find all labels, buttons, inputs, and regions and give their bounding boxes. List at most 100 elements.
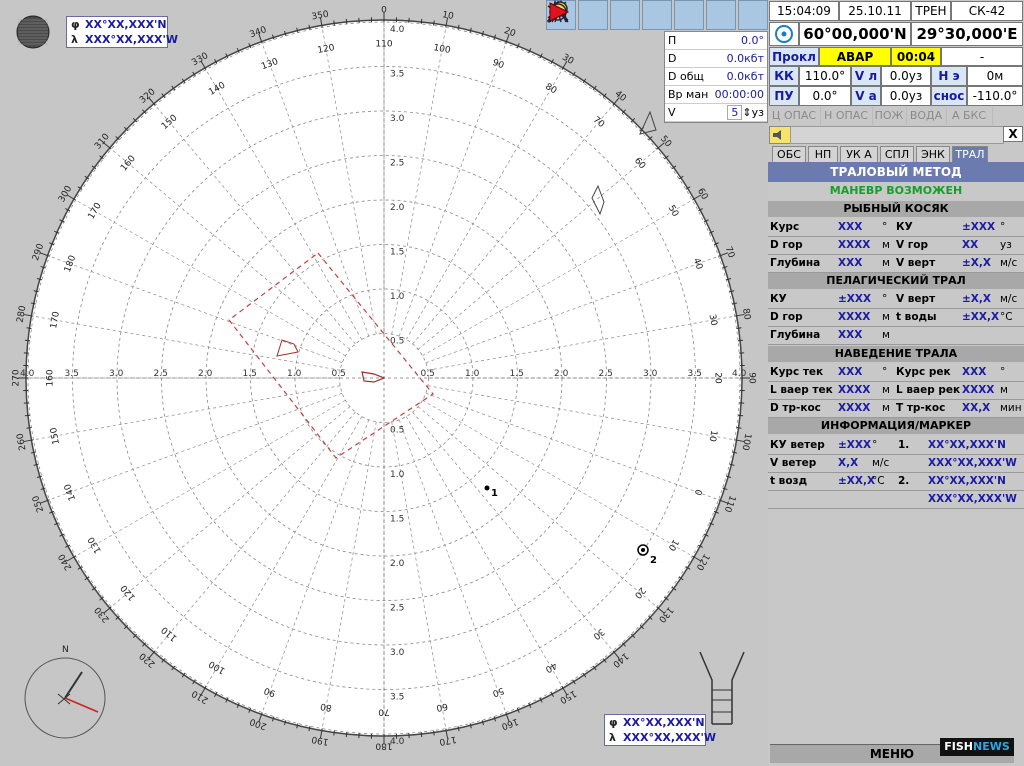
- field-label: V ветер: [770, 457, 817, 469]
- field-value: ±XXX: [838, 439, 872, 451]
- logo-text-b: NEWS: [972, 740, 1010, 753]
- field-value: XXX°XX,XXX'W: [928, 457, 1017, 469]
- cross-tool-button[interactable]: [547, 0, 672, 30]
- alarm-target-danger[interactable]: Ц ОПАС: [768, 107, 821, 125]
- field-unit: мин: [1000, 402, 1022, 414]
- bearing-label: 50: [658, 134, 673, 149]
- data-row: V ветер X,X м/с XXX°XX,XXX'W: [768, 454, 1024, 473]
- vl-value[interactable]: 0.0уз: [881, 66, 931, 86]
- pu-label: ПУ: [769, 86, 799, 106]
- bearing-tick: [26, 427, 32, 429]
- radar-display[interactable]: 0.5 0.5 0.5 0.5 1.0 1.0 1.0 1.0 1.5 1.5 1.5 1.5 2.0 2…: [0, 0, 768, 766]
- time: 15:04:09: [769, 1, 839, 21]
- field-unit: °С: [1000, 311, 1013, 323]
- maneuver-stats: П 0.0° D 0.0кбт D общ 0.0кбт Вр ман 00:00:00…: [664, 31, 768, 123]
- kk-value[interactable]: 110.0°: [799, 66, 851, 86]
- tab-np[interactable]: НП: [808, 146, 838, 162]
- close-button[interactable]: X: [1003, 126, 1023, 142]
- field-value: XXX: [838, 257, 863, 269]
- range-label: 3.5: [688, 369, 702, 379]
- prokl-button[interactable]: Прокл: [769, 47, 819, 66]
- bearing-tick: [24, 339, 31, 342]
- message-bar: [790, 126, 1004, 144]
- field-unit: м: [882, 402, 890, 414]
- alarm-fire[interactable]: ПОЖ: [872, 107, 907, 125]
- tab-spl[interactable]: СПЛ: [880, 146, 914, 162]
- trawl-net-mesh: [712, 689, 732, 713]
- range-label: 3.0: [390, 648, 405, 658]
- bearing-label: 190: [311, 733, 330, 746]
- stat-value: 0.0°: [741, 34, 764, 47]
- chart-datum[interactable]: СК-42: [951, 1, 1023, 21]
- tool-bar: [546, 0, 768, 30]
- marker-2-center: [641, 548, 645, 552]
- bearing-label: 180: [375, 741, 392, 751]
- field-value: ±XXX: [962, 221, 996, 233]
- sound-button[interactable]: [769, 126, 791, 144]
- double-trawl-button[interactable]: [548, 0, 608, 30]
- bearing-label: 100: [739, 432, 752, 451]
- bearing-tick: [420, 18, 423, 25]
- field-label: Глубина: [770, 257, 821, 269]
- wind-arrow: [64, 671, 83, 699]
- field-unit: м/с: [872, 457, 890, 469]
- gps-button[interactable]: [769, 22, 799, 46]
- range-label: 0.5: [421, 369, 435, 379]
- next-button[interactable]: [549, 0, 768, 30]
- bearing-tick: [737, 414, 744, 417]
- radar-scope[interactable]: 0.5 0.5 0.5 0.5 1.0 1.0 1.0 1.0 1.5 1.5 1.5 1.5 2.0 2…: [0, 0, 768, 766]
- range-label: 3.0: [390, 114, 405, 124]
- section-info-marker: ИНФОРМАЦИЯ/МАРКЕР: [768, 418, 1024, 434]
- field-unit: °С: [872, 475, 885, 487]
- range-label: 1.0: [465, 369, 480, 379]
- stat-row: D общ 0.0кбт: [665, 68, 767, 86]
- speaker-icon: [773, 130, 781, 140]
- alarm-status[interactable]: АВАР: [819, 47, 891, 66]
- alarm-timer: 00:04: [891, 47, 941, 66]
- range-label: 2.5: [390, 159, 404, 169]
- center-button[interactable]: [549, 0, 736, 30]
- zoom-button[interactable]: [546, 0, 704, 30]
- mode[interactable]: ТРЕН: [911, 1, 951, 21]
- bearing-label: 340: [249, 25, 269, 40]
- field-label: V гор: [896, 239, 928, 251]
- bearing-label: 10: [441, 10, 454, 22]
- bearing-label: 80: [740, 308, 752, 321]
- fishnews-logo: FISHNEWS: [940, 738, 1014, 756]
- va-label: V а: [851, 86, 881, 106]
- ship-lat: 60°00,000'N: [799, 22, 911, 46]
- tab-tral[interactable]: ТРАЛ: [952, 146, 988, 162]
- speed-input[interactable]: 5: [727, 105, 743, 120]
- angle-tool-button[interactable]: [547, 0, 640, 30]
- range-label: 4.0: [732, 369, 747, 379]
- he-label: Н э: [931, 66, 967, 86]
- field-value: XXX: [838, 366, 863, 378]
- stat-value: 0.0кбт: [726, 70, 764, 83]
- field-label: t возд: [770, 475, 808, 487]
- bearing-label: 350: [311, 10, 330, 23]
- speed-row: V 5 ⇕уз: [665, 104, 767, 122]
- field-value: XX°XX,XXX'N: [928, 439, 1006, 451]
- tab-uka[interactable]: УК А: [840, 146, 878, 162]
- field-label: 2.: [898, 475, 910, 487]
- section-trawl-guidance: НАВЕДЕНИЕ ТРАЛА: [768, 346, 1024, 362]
- alarm-water[interactable]: ВОДА: [906, 107, 947, 125]
- range-label: 2.5: [599, 369, 613, 379]
- lat-symbol: φ: [71, 18, 80, 31]
- bearing-label: 250: [31, 494, 46, 514]
- tab-obs[interactable]: ОБС: [772, 146, 806, 162]
- tab-enk[interactable]: ЭНК: [916, 146, 950, 162]
- compass-north: N: [62, 645, 69, 655]
- bearing-tick: [433, 20, 435, 26]
- alarm-bks[interactable]: А БКС: [946, 107, 993, 125]
- bearing-tick: [420, 731, 423, 738]
- speed-unit: уз: [751, 106, 764, 119]
- spin-arrows-icon[interactable]: ⇕: [742, 106, 751, 119]
- bearing-tick: [433, 730, 435, 736]
- field-unit: м: [1000, 384, 1008, 396]
- control-panel: 15:04:09 25.10.11 ТРЕН СК-42 60°00,000'N…: [768, 0, 1024, 766]
- bearing-label: 60: [695, 187, 710, 202]
- ship-lon: 29°30,000'E: [911, 22, 1023, 46]
- stat-value: 0.0кбт: [726, 52, 764, 65]
- alarm-nav-danger[interactable]: Н ОПАС: [820, 107, 873, 125]
